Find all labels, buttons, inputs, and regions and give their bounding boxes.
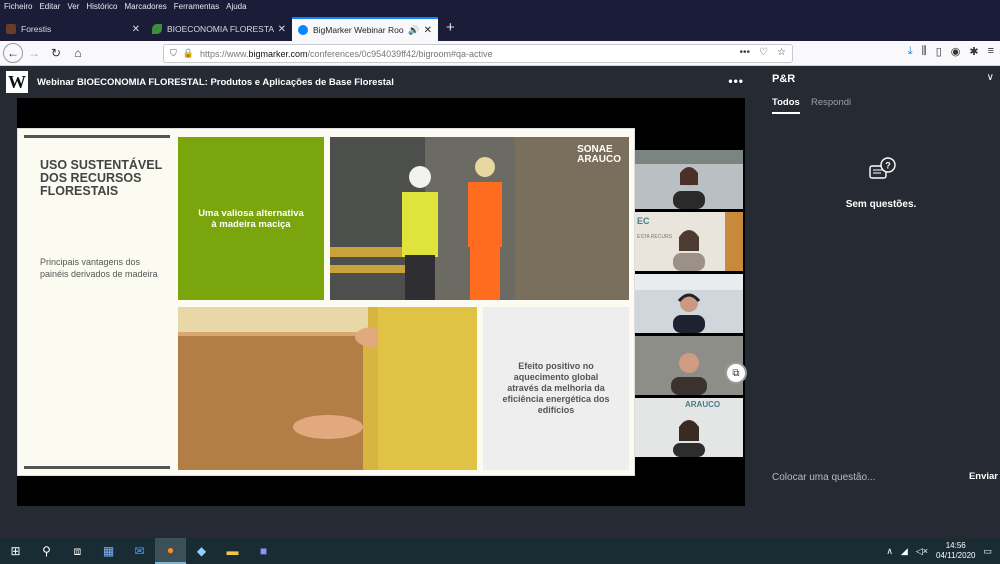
speaker-icon[interactable]: 🔊 xyxy=(408,25,419,36)
file-explorer-icon[interactable]: ▬ xyxy=(217,538,248,564)
forestis-favicon-icon xyxy=(6,24,16,34)
participant-avatar xyxy=(673,230,705,271)
tab-forestis[interactable]: Forestis ✕ xyxy=(0,17,146,41)
webinar-header: W Webinar BIOECONOMIA FLORESTAL: Produto… xyxy=(0,66,760,98)
workers-photo: SONAE ARAUCO xyxy=(330,137,629,300)
clock[interactable]: 14:56 04/11/2020 xyxy=(936,541,975,561)
screen-share-icon[interactable]: ⧉ xyxy=(725,362,747,384)
account-icon[interactable]: ◉ xyxy=(951,45,961,58)
library-icon[interactable]: ⫼ xyxy=(922,45,927,58)
new-tab-icon[interactable]: + xyxy=(438,19,463,41)
slide-subtitle: Principais vantagens dos painéis derivad… xyxy=(40,257,158,279)
participant-avatar xyxy=(671,353,707,395)
slide-divider xyxy=(24,466,170,469)
qa-empty-message: Sem questões. xyxy=(845,199,917,210)
navigation-bar: ← → ↻ ⌂ ⛉ 🔒 https://www. bigmarker.com/co… xyxy=(0,41,1000,66)
system-tray: ∧ ◢ ◁× 14:56 04/11/2020 ▭ xyxy=(886,541,992,561)
menu-item-marcadores[interactable]: Marcadores xyxy=(125,2,167,11)
forward-arrow-icon[interactable]: → xyxy=(23,42,45,64)
extensions-icon[interactable]: ✱ xyxy=(969,45,978,58)
slide-divider xyxy=(24,135,170,138)
slide-gray-box: Efeito positivo no aquecimento global at… xyxy=(483,307,629,470)
teams-icon[interactable]: ■ xyxy=(248,538,279,564)
svg-text:?: ? xyxy=(885,161,891,171)
calculator-icon[interactable]: ▦ xyxy=(93,538,124,564)
webinar-room: W Webinar BIOECONOMIA FLORESTAL: Produto… xyxy=(0,66,1000,538)
notes-icon[interactable]: ◆ xyxy=(186,538,217,564)
presentation-slide: USO SUSTENTÁVEL DOS RECURSOS FLORESTAIS … xyxy=(17,128,635,476)
webinar-logo: W xyxy=(6,71,28,93)
menu-item-ajuda[interactable]: Ajuda xyxy=(226,2,246,11)
qa-panel: P&R ∨ Todos Respondi ? Sem questões. Env… xyxy=(762,66,1000,538)
webcam-strip: EC ESTA RECURS ARAUCO xyxy=(635,150,745,460)
home-icon[interactable]: ⌂ xyxy=(67,42,89,64)
shield-icon[interactable]: ⛉ xyxy=(170,48,177,59)
back-arrow-icon[interactable]: ← xyxy=(3,43,23,63)
windows-start-icon[interactable]: ⊞ xyxy=(0,538,31,564)
tab-answered[interactable]: Respondi xyxy=(811,97,851,108)
task-view-icon[interactable]: ⧈ xyxy=(62,538,93,564)
page-actions-icon[interactable]: ••• xyxy=(740,47,751,58)
clock-date: 04/11/2020 xyxy=(936,551,976,560)
reload-icon[interactable]: ↻ xyxy=(45,42,67,64)
bigmarker-favicon-icon xyxy=(298,25,308,35)
tab-title: Forestis xyxy=(21,24,52,34)
slide-title: USO SUSTENTÁVEL DOS RECURSOS FLORESTAIS xyxy=(40,158,163,198)
webcam-tile[interactable]: ARAUCO xyxy=(635,398,743,457)
close-tab-icon[interactable]: ✕ xyxy=(278,24,286,35)
url-bar[interactable]: ⛉ 🔒 https://www. bigmarker.com/conference… xyxy=(163,44,793,63)
search-icon[interactable]: ⚲ xyxy=(31,538,62,564)
close-tab-icon[interactable]: ✕ xyxy=(132,24,140,35)
tab-title: BIOECONOMIA FLORESTAL: Pro xyxy=(167,24,274,34)
volume-muted-icon[interactable]: ◁× xyxy=(916,546,928,557)
bookmark-star-icon[interactable]: ☆ xyxy=(777,47,786,58)
question-bubble-icon: ? xyxy=(869,157,896,179)
chevron-down-icon[interactable]: ∨ xyxy=(987,72,994,83)
more-options-button[interactable]: ••• xyxy=(728,74,744,88)
menu-item-historico[interactable]: Histórico xyxy=(86,2,117,11)
network-icon[interactable]: ◢ xyxy=(901,546,908,557)
tab-bar: Forestis ✕ BIOECONOMIA FLORESTAL: Pro ✕ … xyxy=(0,13,1000,41)
wood-panel-photo xyxy=(178,307,477,470)
participant-avatar xyxy=(673,420,705,457)
presentation-stage: USO SUSTENTÁVEL DOS RECURSOS FLORESTAIS … xyxy=(17,98,747,506)
webcam-tile[interactable] xyxy=(635,150,743,209)
participant-avatar xyxy=(673,167,705,209)
sidebar-icon[interactable]: ▯ xyxy=(936,45,942,58)
download-icon[interactable]: ⤓ xyxy=(908,45,913,58)
participant-avatar xyxy=(673,293,705,333)
menu-bar: Ficheiro Editar Ver Histórico Marcadores… xyxy=(0,0,1000,13)
pocket-icon[interactable]: ♡ xyxy=(759,47,768,58)
clock-time: 14:56 xyxy=(945,541,966,550)
menu-item-ver[interactable]: Ver xyxy=(67,2,79,11)
webinar-title: Webinar BIOECONOMIA FLORESTAL: Produtos … xyxy=(37,76,394,88)
slide-green-box: Uma valiosa alternativa à madeira maciça xyxy=(178,137,324,300)
close-tab-icon[interactable]: ✕ xyxy=(424,25,432,36)
url-path: /conferences/0c954039ff42/bigroom#qa-act… xyxy=(307,48,493,59)
hamburger-menu-icon[interactable]: ≡ xyxy=(988,45,994,58)
wood-panel-illustration xyxy=(178,307,477,470)
firefox-icon[interactable]: ● xyxy=(155,538,186,564)
url-host: bigmarker.com xyxy=(248,48,308,59)
webcam-tile[interactable]: EC ESTA RECURS xyxy=(635,212,743,271)
url-prefix: https://www. xyxy=(199,48,249,59)
tab-bioeconomia[interactable]: BIOECONOMIA FLORESTAL: Pro ✕ xyxy=(146,17,292,41)
lock-icon[interactable]: 🔒 xyxy=(183,48,194,59)
outlook-icon[interactable]: ✉ xyxy=(124,538,155,564)
menu-item-ficheiro[interactable]: Ficheiro xyxy=(4,2,32,11)
notifications-icon[interactable]: ▭ xyxy=(983,546,992,557)
tab-all[interactable]: Todos xyxy=(772,97,800,114)
tab-title: BigMarker Webinar Room xyxy=(313,25,405,35)
question-input[interactable] xyxy=(772,472,962,483)
chevron-up-icon[interactable]: ∧ xyxy=(886,546,893,557)
menu-item-ferramentas[interactable]: Ferramentas xyxy=(174,2,219,11)
tab-bigmarker[interactable]: BigMarker Webinar Room 🔊 ✕ xyxy=(292,17,438,41)
sonae-arauco-logo: SONAE ARAUCO xyxy=(577,144,621,165)
leaf-favicon-icon xyxy=(152,24,162,34)
menu-item-editar[interactable]: Editar xyxy=(39,2,60,11)
taskbar: ⊞ ⚲ ⧈ ▦ ✉ ● ◆ ▬ ■ ∧ ◢ ◁× 14:56 04/11/202… xyxy=(0,538,1000,564)
qa-title: P&R xyxy=(772,73,796,85)
webcam-tile[interactable] xyxy=(635,274,743,333)
send-button[interactable]: Enviar xyxy=(969,471,998,482)
